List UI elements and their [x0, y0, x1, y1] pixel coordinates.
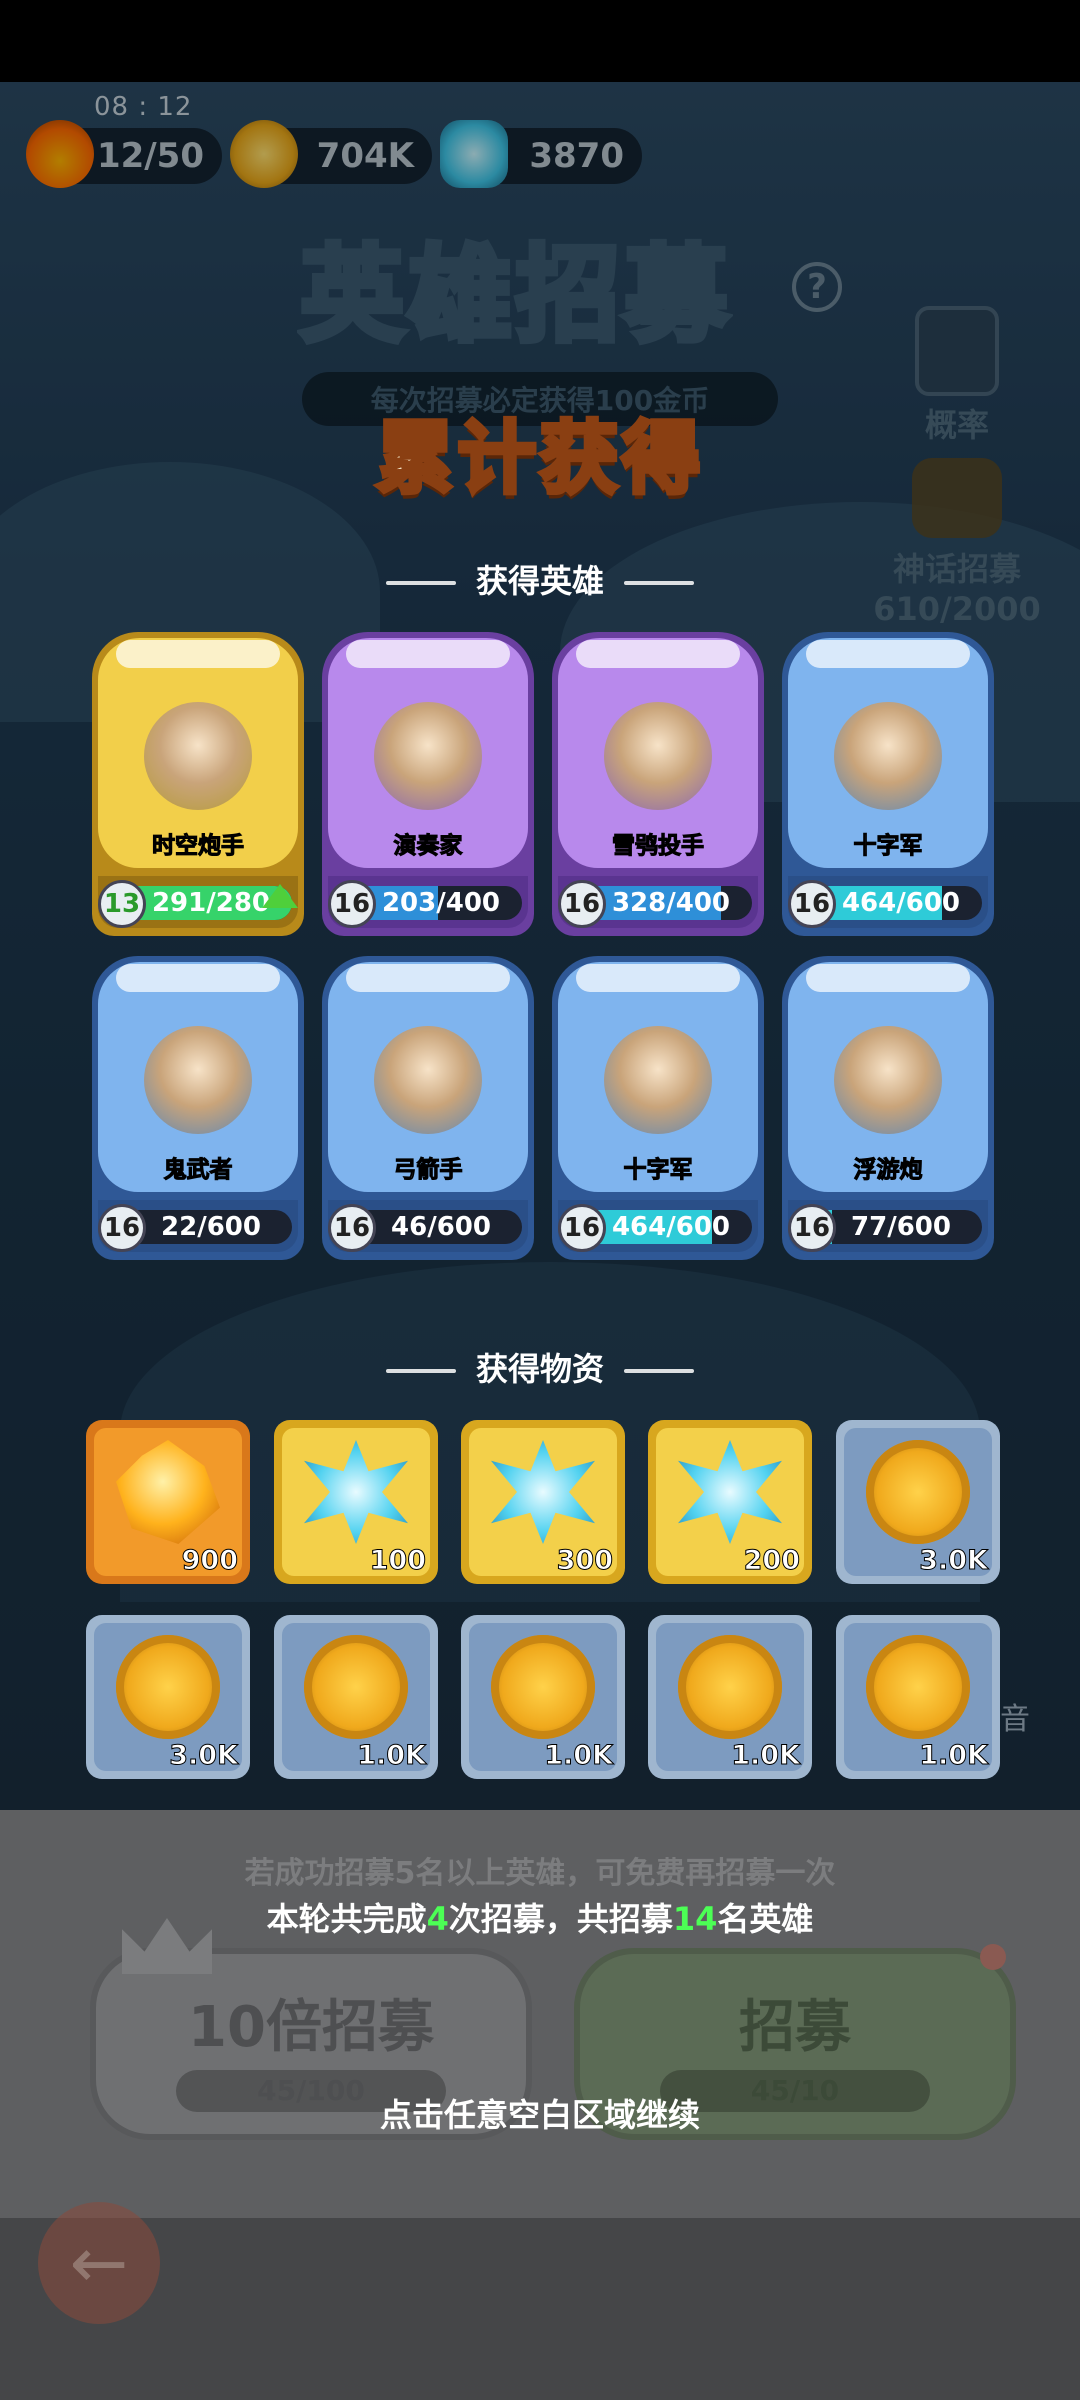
items-section-title: 获得物资	[0, 1344, 1080, 1390]
reward-item[interactable]: 100	[274, 1420, 438, 1584]
gold-coin-icon	[116, 1635, 220, 1739]
hero-portrait-icon	[144, 702, 252, 810]
panel-footer	[0, 2218, 1080, 2400]
hero-portrait-icon	[144, 1026, 252, 1134]
hero-card[interactable]: 鬼武者 22/600 16	[92, 956, 304, 1260]
gold-coin-icon	[866, 1635, 970, 1739]
heroes-section-title: 获得英雄	[0, 556, 1080, 602]
item-quantity: 1.0K	[919, 1740, 989, 1772]
back-arrow-icon[interactable]: ←	[38, 2202, 160, 2324]
hero-name: 时空炮手	[152, 833, 245, 860]
hero-name: 演奏家	[393, 833, 463, 860]
notification-dot	[980, 1944, 1006, 1970]
reward-item[interactable]: 3.0K	[836, 1420, 1000, 1584]
reward-item[interactable]: 1.0K	[274, 1615, 438, 1779]
divider-right	[624, 1369, 694, 1373]
hero-progress-text: 77/600	[851, 1212, 951, 1242]
hero-portrait-icon	[834, 702, 942, 810]
frost-decoration	[576, 640, 740, 668]
hero-progress-text: 46/600	[391, 1212, 491, 1242]
hero-progress-text: 464/600	[841, 888, 961, 918]
divider-right	[624, 581, 694, 585]
hero-portrait-icon	[374, 702, 482, 810]
hero-portrait-icon	[374, 1026, 482, 1134]
hero-level-badge: 16	[788, 1204, 836, 1252]
frost-decoration	[346, 964, 510, 992]
item-quantity: 1.0K	[544, 1740, 614, 1772]
hero-progress-text: 328/400	[611, 888, 731, 918]
heroes-section-label: 获得英雄	[475, 562, 604, 600]
divider-left	[385, 581, 456, 585]
summary-suffix: 名英雄	[717, 1900, 814, 1938]
frost-decoration	[346, 640, 510, 668]
hero-progress-text: 203/400	[381, 888, 501, 918]
item-quantity: 900	[181, 1545, 238, 1577]
hero-name: 鬼武者	[163, 1157, 233, 1184]
frost-decoration	[116, 964, 280, 992]
hero-card[interactable]: 十字军 464/600 16	[552, 956, 764, 1260]
item-quantity: 100	[369, 1545, 426, 1577]
hero-card[interactable]: 弓箭手 46/600 16	[322, 956, 534, 1260]
frost-decoration	[576, 964, 740, 992]
upgrade-arrow-icon	[262, 884, 298, 908]
summary-prefix: 本轮共完成	[266, 1900, 427, 1938]
status-bar	[0, 0, 1080, 82]
hero-level-badge: 16	[788, 880, 836, 928]
hero-level-badge: 16	[558, 1204, 606, 1252]
item-quantity: 3.0K	[169, 1740, 239, 1772]
reward-item[interactable]: 200	[648, 1420, 812, 1584]
hero-name: 雪鸮投手	[612, 833, 705, 860]
reward-item[interactable]: 1.0K	[836, 1615, 1000, 1779]
items-section-label: 获得物资	[475, 1350, 604, 1388]
result-heading: 累计获得	[373, 412, 704, 507]
side-fragment-text: 音	[1000, 1702, 1030, 1737]
reward-item[interactable]: 300	[461, 1420, 625, 1584]
hero-level-badge: 13	[98, 880, 146, 928]
gold-coin-icon	[678, 1635, 782, 1739]
summary-count: 4	[426, 1900, 449, 1938]
item-quantity: 3.0K	[919, 1545, 989, 1577]
hero-progress-text: 464/600	[611, 1212, 731, 1242]
hero-name: 弓箭手	[393, 1157, 463, 1184]
divider-left	[385, 1369, 456, 1373]
frost-decoration	[806, 640, 970, 668]
hero-card[interactable]: 十字军 464/600 16	[782, 632, 994, 936]
hero-card[interactable]: 浮游炮 77/600 16	[782, 956, 994, 1260]
summary-mid: 次招募，共招募	[448, 1900, 673, 1938]
reward-item[interactable]: 3.0K	[86, 1615, 250, 1779]
hero-progress-text: 22/600	[161, 1212, 261, 1242]
item-quantity: 1.0K	[731, 1740, 801, 1772]
hero-name: 十字军	[623, 1157, 693, 1184]
item-quantity: 300	[556, 1545, 613, 1577]
ten-pull-label: 10倍招募	[188, 1995, 434, 2060]
gold-coin-icon	[866, 1440, 970, 1544]
reward-item[interactable]: 1.0K	[648, 1615, 812, 1779]
hero-name: 浮游炮	[853, 1157, 923, 1184]
bonus-hint: 若成功招募5名以上英雄，可免费再招募一次	[244, 1856, 836, 1891]
frost-decoration	[116, 640, 280, 668]
gold-coin-icon	[491, 1635, 595, 1739]
reward-item[interactable]: 900	[86, 1420, 250, 1584]
hero-portrait-icon	[604, 1026, 712, 1134]
summary-heroes: 14	[672, 1900, 718, 1938]
single-pull-label: 招募	[739, 1995, 851, 2060]
hero-portrait-icon	[834, 1026, 942, 1134]
hero-level-badge: 16	[558, 880, 606, 928]
hero-level-badge: 16	[328, 1204, 376, 1252]
frost-decoration	[806, 964, 970, 992]
hero-portrait-icon	[604, 702, 712, 810]
gold-coin-icon	[304, 1635, 408, 1739]
hero-level-badge: 16	[98, 1204, 146, 1252]
reward-item[interactable]: 1.0K	[461, 1615, 625, 1779]
item-quantity: 200	[743, 1545, 800, 1577]
hero-name: 十字军	[853, 833, 923, 860]
hero-card[interactable]: 雪鸮投手 328/400 16	[552, 632, 764, 936]
continue-hint[interactable]: 点击任意空白区域继续	[0, 2090, 1080, 2136]
item-quantity: 1.0K	[357, 1740, 427, 1772]
hero-card[interactable]: 时空炮手 291/280 13	[92, 632, 304, 936]
hero-card[interactable]: 演奏家 203/400 16	[322, 632, 534, 936]
hero-level-badge: 16	[328, 880, 376, 928]
